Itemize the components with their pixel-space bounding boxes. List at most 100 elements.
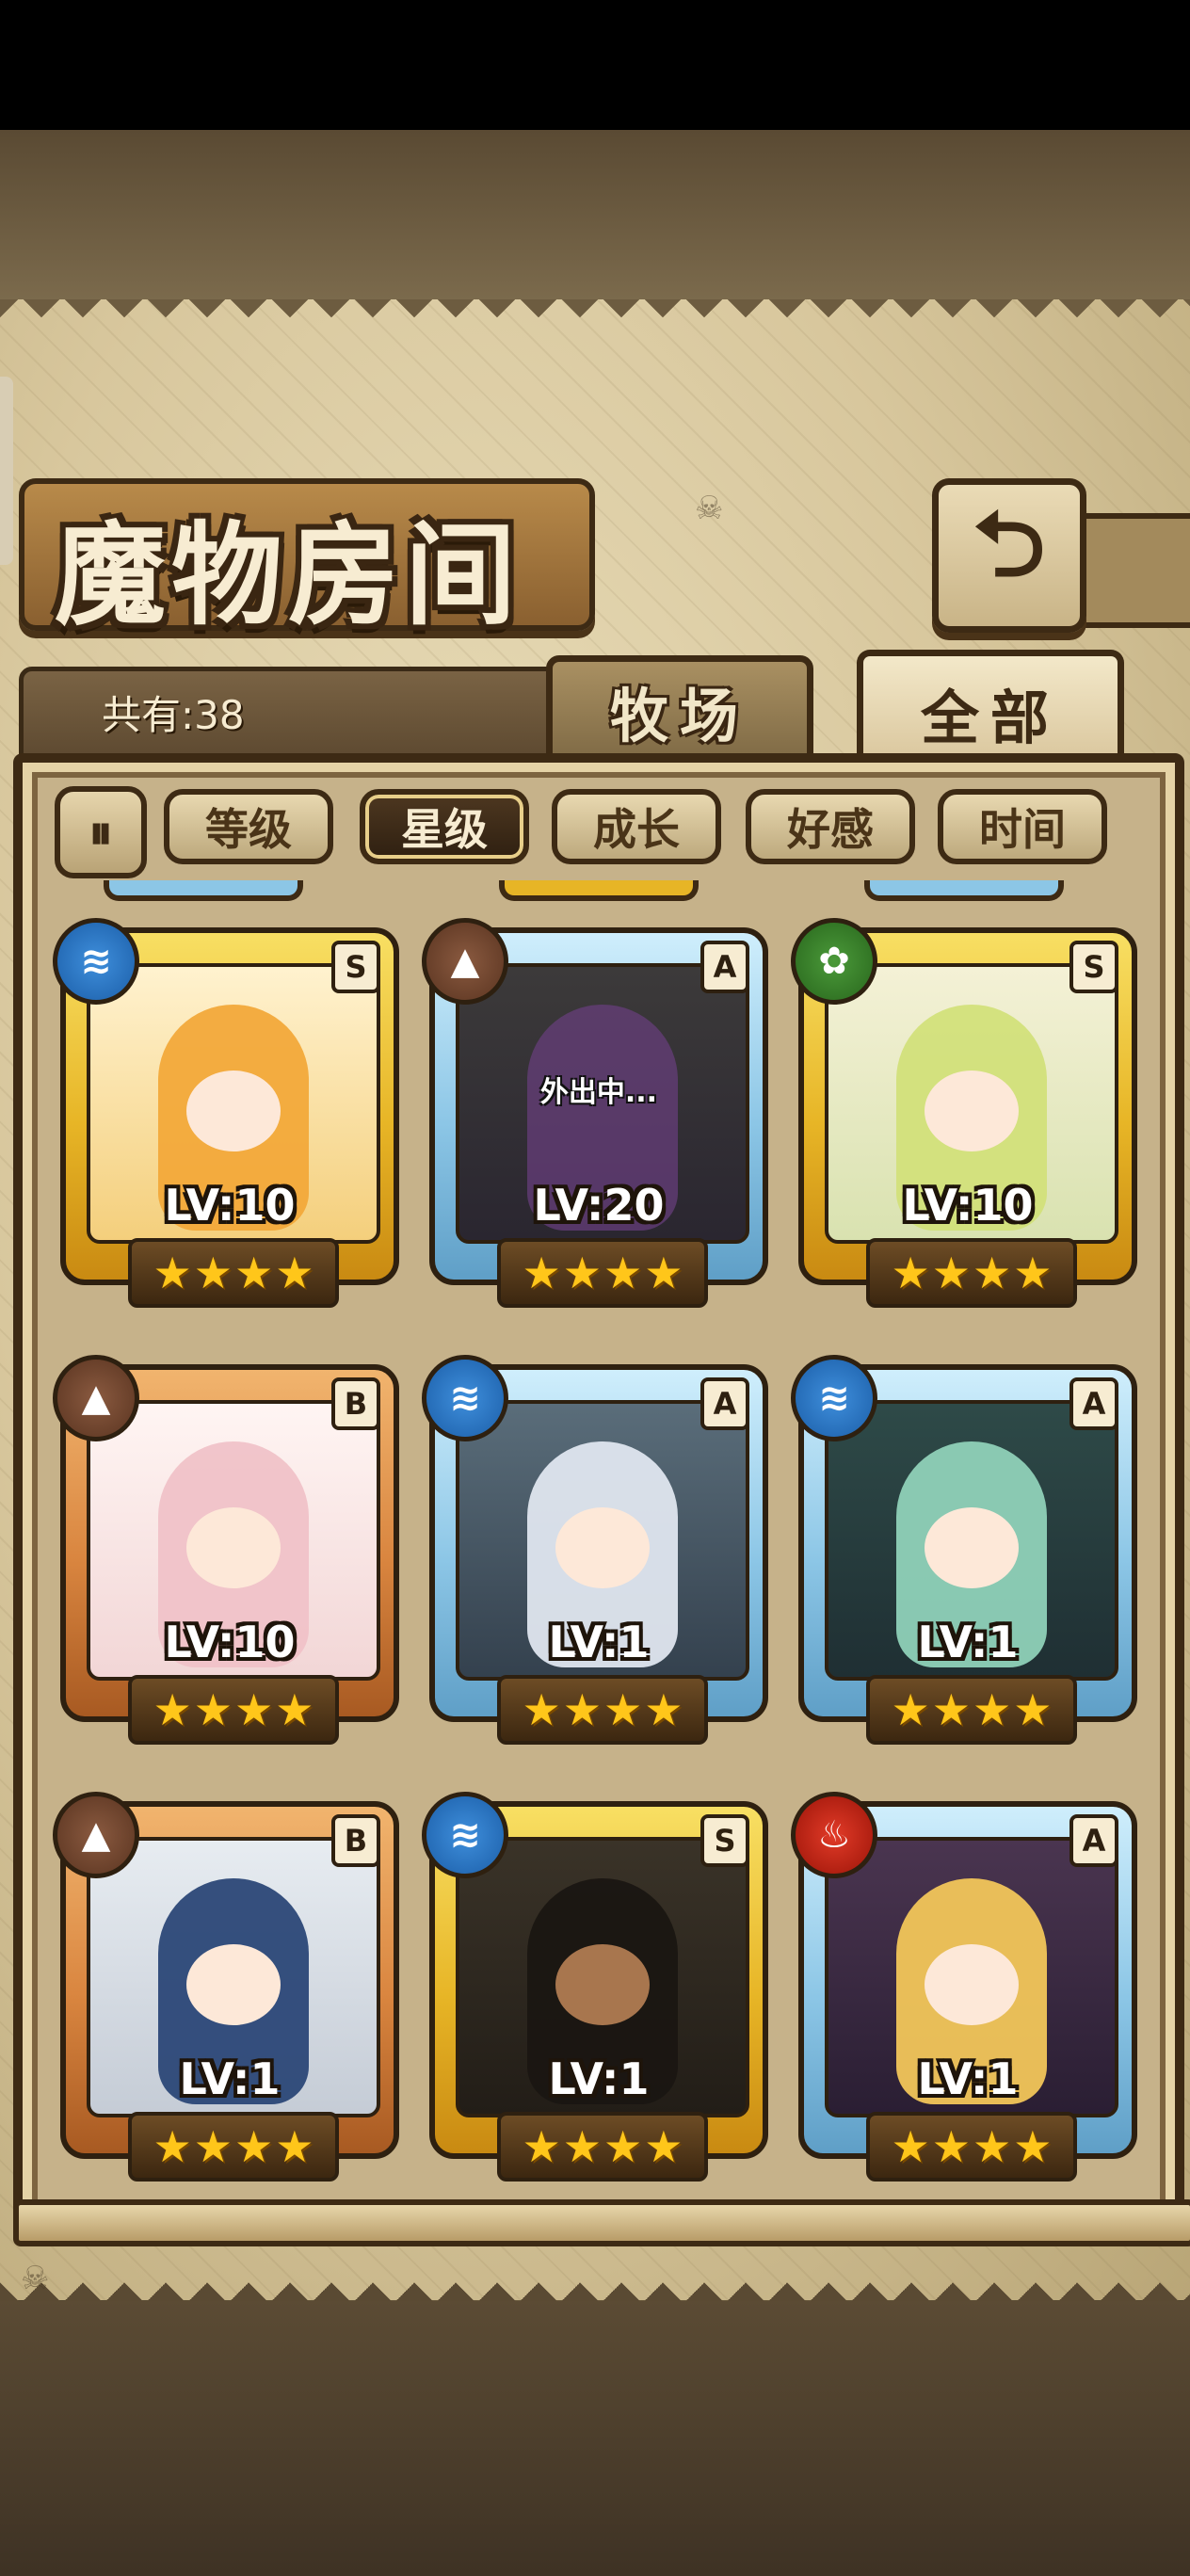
grade-badge: S — [700, 1814, 749, 1867]
back-button[interactable]: ⮌ — [932, 478, 1086, 633]
star-rating: ★ ★ ★ ★ — [128, 2112, 339, 2182]
grade-badge: A — [1069, 1814, 1118, 1867]
monster-card[interactable]: ≋ A LV:1 ★ ★ ★ ★ — [422, 1355, 768, 1760]
star-icon: ★ — [193, 1684, 233, 1735]
star-icon: ★ — [153, 1684, 192, 1735]
character-face — [925, 1944, 1019, 2025]
grade-badge: B — [331, 1814, 380, 1867]
level-label: LV:1 — [548, 2053, 650, 2104]
earth-element-icon: ▲ — [422, 918, 508, 1005]
star-icon: ★ — [562, 1684, 602, 1735]
monster-card[interactable]: ✿ S LV:10 ★ ★ ★ ★ — [791, 918, 1137, 1323]
frame-bottom-rail — [13, 2199, 1190, 2246]
tab-ranch-label: 牧场 — [609, 682, 749, 750]
star-rating: ★ ★ ★ ★ — [497, 2112, 708, 2182]
level-label: LV:10 — [902, 1180, 1034, 1231]
star-icon: ★ — [1013, 2121, 1053, 2172]
star-rating: ★ ★ ★ ★ — [497, 1238, 708, 1308]
pause-sort-icon: ⏸ — [88, 804, 113, 860]
star-icon: ★ — [522, 2121, 561, 2172]
monster-card[interactable]: ≋ S LV:10 ★ ★ ★ ★ — [53, 918, 399, 1323]
level-label: LV:10 — [164, 1180, 296, 1231]
tab-ranch[interactable]: 牧场 — [546, 655, 813, 766]
star-icon: ★ — [234, 2121, 274, 2172]
return-arrow-icon: ⮌ — [973, 491, 1046, 597]
earth-element-icon: ▲ — [53, 1792, 139, 1878]
partial-card — [499, 880, 699, 901]
monster-card[interactable]: ♨ A LV:1 ★ ★ ★ ★ — [791, 1792, 1137, 2197]
star-icon: ★ — [1013, 1248, 1053, 1298]
page-title: 魔物房间 — [55, 509, 523, 640]
star-icon: ★ — [603, 1684, 643, 1735]
star-icon: ★ — [1013, 1684, 1053, 1735]
character-face — [186, 1944, 281, 2025]
star-icon: ★ — [193, 1248, 233, 1298]
level-label: LV:1 — [179, 2053, 281, 2104]
grade-badge: B — [331, 1377, 380, 1430]
star-icon: ★ — [973, 1248, 1012, 1298]
sort-growth-button[interactable]: 成长 — [552, 789, 721, 864]
monster-card[interactable]: ≋ A LV:1 ★ ★ ★ ★ — [791, 1355, 1137, 1760]
star-icon: ★ — [275, 1684, 314, 1735]
away-status: 外出中... — [539, 1076, 658, 1109]
level-label: LV:1 — [548, 1617, 650, 1667]
star-icon: ★ — [522, 1248, 561, 1298]
monster-card[interactable]: 外出中... ▲ A LV:20 ★ ★ ★ ★ — [422, 918, 768, 1323]
sort-growth-label: 成长 — [593, 804, 680, 855]
sort-time-label: 时间 — [979, 804, 1066, 855]
fire-element-icon: ♨ — [791, 1792, 877, 1878]
water-element-icon: ≋ — [422, 1355, 508, 1441]
star-rating: ★ ★ ★ ★ — [128, 1675, 339, 1745]
tab-all[interactable]: 全部 — [857, 650, 1124, 769]
grade-badge: S — [331, 941, 380, 993]
leaf-element-icon: ✿ — [791, 918, 877, 1005]
sort-level-label: 等级 — [205, 804, 292, 855]
tab-all-label: 全部 — [920, 684, 1060, 752]
panel-top-edge — [0, 299, 1190, 331]
skull-map-icon: ☠ — [695, 490, 724, 527]
monster-count: 共有:38 — [102, 692, 245, 738]
star-icon: ★ — [891, 1248, 930, 1298]
level-label: LV:10 — [164, 1617, 296, 1667]
star-icon: ★ — [234, 1684, 274, 1735]
sort-star-button[interactable]: 星级 — [360, 789, 529, 864]
top-map-band — [0, 130, 1190, 303]
monster-grid[interactable]: ≋ S LV:10 ★ ★ ★ ★ 外出中... ▲ A LV:20 ★ ★ ★ ★ ✿ S… — [38, 880, 1152, 2197]
sort-affection-label: 好感 — [787, 804, 874, 855]
level-label: LV:1 — [917, 2053, 1019, 2104]
edge-handle[interactable] — [0, 377, 13, 565]
partial-card — [864, 880, 1064, 901]
sort-order-toggle[interactable]: ⏸ — [55, 786, 147, 878]
sort-affection-button[interactable]: 好感 — [746, 789, 915, 864]
character-face — [925, 1071, 1019, 1151]
star-icon: ★ — [562, 1248, 602, 1298]
bottom-map-band — [0, 2301, 1190, 2576]
monster-card[interactable]: ≋ S LV:1 ★ ★ ★ ★ — [422, 1792, 768, 2197]
star-icon: ★ — [153, 1248, 192, 1298]
grade-badge: A — [700, 1377, 749, 1430]
sort-time-button[interactable]: 时间 — [938, 789, 1107, 864]
star-icon: ★ — [644, 1684, 683, 1735]
star-icon: ★ — [603, 2121, 643, 2172]
star-icon: ★ — [644, 2121, 683, 2172]
star-icon: ★ — [562, 2121, 602, 2172]
star-icon: ★ — [973, 1684, 1012, 1735]
character-face — [555, 1944, 650, 2025]
grade-badge: A — [1069, 1377, 1118, 1430]
star-rating: ★ ★ ★ ★ — [497, 1675, 708, 1745]
star-icon: ★ — [275, 1248, 314, 1298]
level-label: LV:1 — [917, 1617, 1019, 1667]
character-face — [186, 1507, 281, 1588]
star-rating: ★ ★ ★ ★ — [866, 1675, 1077, 1745]
water-element-icon: ≋ — [53, 918, 139, 1005]
monster-card[interactable]: ▲ B LV:10 ★ ★ ★ ★ — [53, 1355, 399, 1760]
star-icon: ★ — [931, 2121, 971, 2172]
level-label: LV:20 — [533, 1180, 665, 1231]
star-rating: ★ ★ ★ ★ — [866, 1238, 1077, 1308]
sort-level-button[interactable]: 等级 — [164, 789, 333, 864]
panel-bottom-edge — [0, 2269, 1190, 2301]
skull-map-icon: ☠ — [21, 2260, 50, 2297]
star-icon: ★ — [193, 2121, 233, 2172]
monster-card[interactable]: ▲ B LV:1 ★ ★ ★ ★ — [53, 1792, 399, 2197]
star-icon: ★ — [891, 1684, 930, 1735]
